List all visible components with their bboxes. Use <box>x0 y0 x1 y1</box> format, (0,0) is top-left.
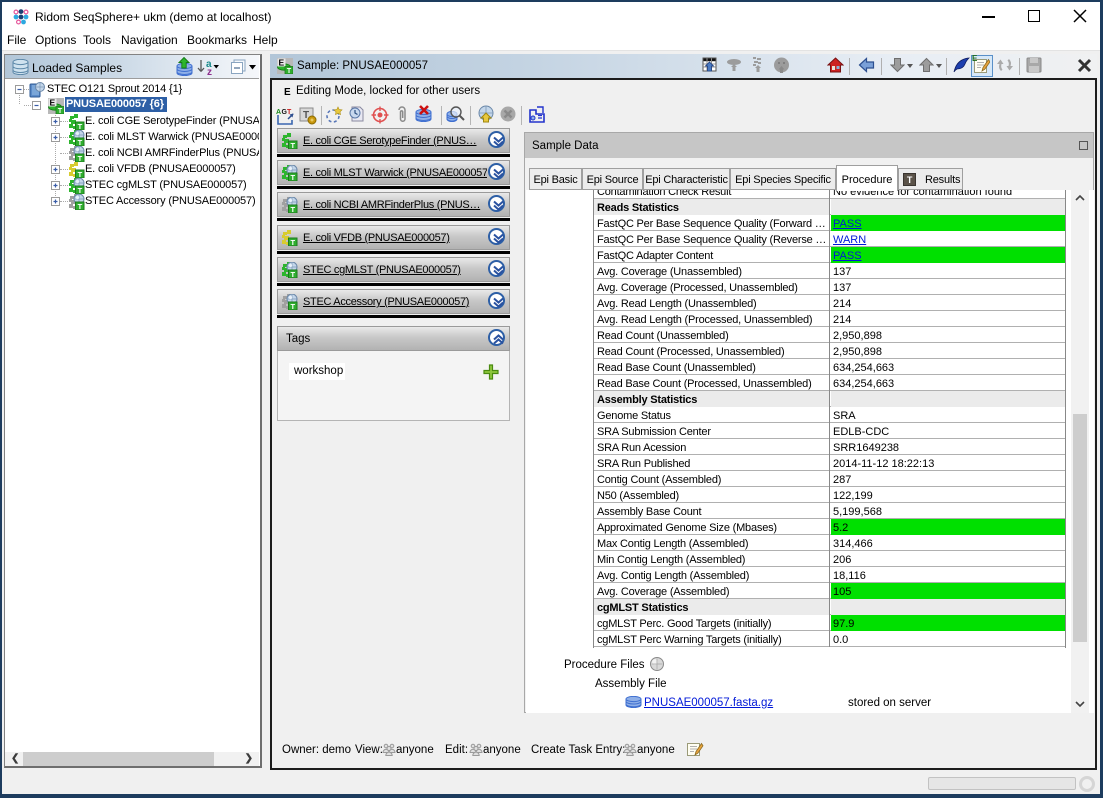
svg-text:E: E <box>284 87 291 97</box>
svg-text:T: T <box>291 141 296 149</box>
svg-text:T: T <box>291 238 296 246</box>
svg-text:T: T <box>287 68 292 74</box>
svg-text:T: T <box>291 205 296 213</box>
svg-text:z: z <box>207 67 212 76</box>
svg-text:T: T <box>78 122 83 130</box>
svg-text:T: T <box>291 173 296 181</box>
svg-text:T: T <box>78 154 83 162</box>
svg-text:E: E <box>50 98 56 108</box>
svg-text:E: E <box>279 58 285 68</box>
svg-text:T: T <box>78 138 83 146</box>
svg-text:T: T <box>78 170 83 178</box>
svg-text:T: T <box>907 175 913 185</box>
svg-text:T: T <box>78 186 83 194</box>
svg-text:A: A <box>276 109 281 116</box>
svg-text:T: T <box>291 270 296 278</box>
svg-text:T: T <box>291 302 296 310</box>
svg-text:T: T <box>78 202 83 210</box>
